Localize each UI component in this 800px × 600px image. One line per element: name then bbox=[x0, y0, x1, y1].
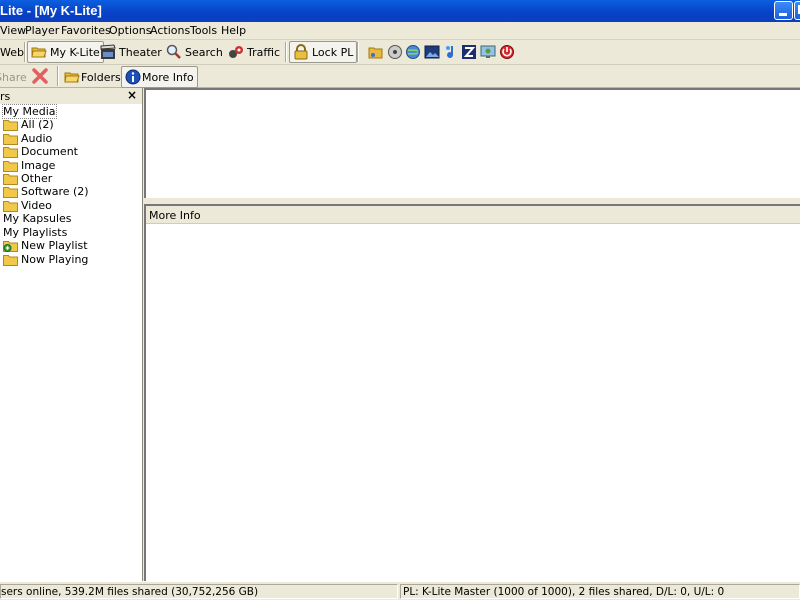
folder-quick-icon[interactable] bbox=[368, 44, 384, 60]
traffic-icon bbox=[228, 44, 244, 60]
tree-item-image[interactable]: Image bbox=[3, 159, 55, 172]
more-info-header: More Info bbox=[146, 206, 800, 224]
tree-item-video[interactable]: Video bbox=[3, 199, 52, 212]
folders-pane-header: rs × bbox=[0, 88, 142, 104]
folders-pane-title: rs bbox=[0, 90, 11, 103]
folder-icon bbox=[3, 160, 18, 172]
maximize-button[interactable] bbox=[794, 1, 800, 20]
search-button[interactable]: Search bbox=[166, 42, 223, 62]
toolbar-divider bbox=[24, 42, 26, 62]
power-icon[interactable] bbox=[499, 44, 515, 60]
folder-icon bbox=[3, 146, 18, 158]
minimize-button[interactable] bbox=[774, 1, 793, 20]
title-bar[interactable]: Lite - [My K-Lite] bbox=[0, 0, 800, 22]
folders-icon bbox=[64, 69, 80, 85]
new-playlist-icon bbox=[3, 240, 18, 252]
traffic-button[interactable]: Traffic bbox=[228, 42, 280, 62]
menu-options[interactable]: Options bbox=[109, 24, 151, 37]
folders-button[interactable]: Folders bbox=[64, 67, 121, 87]
info-icon bbox=[125, 69, 141, 85]
folder-icon bbox=[3, 186, 18, 198]
tree-item-document[interactable]: Document bbox=[3, 145, 78, 158]
disc-icon[interactable] bbox=[387, 44, 403, 60]
folder-icon bbox=[3, 119, 18, 131]
menu-actions[interactable]: Actions bbox=[150, 24, 190, 37]
menu-bar: View Player Favorites Options Actions To… bbox=[0, 22, 800, 40]
menu-favorites[interactable]: Favorites bbox=[61, 24, 111, 37]
web-button[interactable]: Web bbox=[0, 42, 24, 62]
folder-icon bbox=[3, 173, 18, 185]
more-info-title: More Info bbox=[149, 209, 201, 222]
folder-icon bbox=[3, 200, 18, 212]
theater-button[interactable]: Theater bbox=[100, 42, 162, 62]
tree-item-all[interactable]: All (2) bbox=[3, 118, 54, 131]
status-bar: sers online, 539.2M files shared (30,752… bbox=[0, 581, 800, 600]
app-window: Lite - [My K-Lite] View Player Favorites… bbox=[0, 0, 800, 600]
lock-icon bbox=[293, 44, 309, 60]
my-klite-button[interactable]: My K-Lite bbox=[27, 41, 104, 63]
tree-item-software[interactable]: Software (2) bbox=[3, 185, 89, 198]
status-network: sers online, 539.2M files shared (30,752… bbox=[0, 584, 398, 599]
tree-item-new-playlist[interactable]: New Playlist bbox=[3, 239, 88, 252]
secondary-toolbar: Share Folders More Info bbox=[0, 65, 800, 88]
menu-tools[interactable]: Tools bbox=[190, 24, 217, 37]
tree-item-my-media[interactable]: My Media bbox=[2, 104, 57, 119]
tree-item-audio[interactable]: Audio bbox=[3, 132, 52, 145]
toolbar-divider bbox=[57, 66, 59, 86]
search-icon bbox=[166, 44, 182, 60]
tree-item-my-playlists[interactable]: My Playlists bbox=[3, 226, 67, 239]
delete-icon[interactable] bbox=[31, 67, 49, 85]
status-playlist: PL: K-Lite Master (1000 of 1000), 2 file… bbox=[400, 584, 800, 599]
toolbar-divider bbox=[357, 42, 359, 62]
monitor-icon[interactable] bbox=[480, 44, 496, 60]
menu-player[interactable]: Player bbox=[25, 24, 59, 37]
clapperboard-icon bbox=[100, 44, 116, 60]
share-button[interactable]: Share bbox=[0, 67, 27, 87]
tree-item-other[interactable]: Other bbox=[3, 172, 52, 185]
folder-open-icon bbox=[31, 44, 47, 60]
tree-item-now-playing[interactable]: Now Playing bbox=[3, 253, 88, 266]
tree-item-my-kapsules[interactable]: My Kapsules bbox=[3, 212, 72, 225]
more-info-pane: More Info bbox=[144, 204, 800, 581]
folder-icon bbox=[3, 133, 18, 145]
menu-view[interactable]: View bbox=[0, 24, 26, 37]
lock-pl-button[interactable]: Lock PL bbox=[289, 41, 358, 63]
image-icon[interactable] bbox=[424, 44, 440, 60]
more-info-button[interactable]: More Info bbox=[121, 66, 198, 88]
menu-help[interactable]: Help bbox=[221, 24, 246, 37]
close-pane-button[interactable]: × bbox=[127, 88, 137, 102]
globe-icon[interactable] bbox=[405, 44, 421, 60]
file-list-pane[interactable] bbox=[144, 88, 800, 198]
folder-icon bbox=[3, 254, 18, 266]
z-icon[interactable] bbox=[461, 44, 477, 60]
main-toolbar: Web My K-Lite Theater Search Traffic Loc… bbox=[0, 40, 800, 65]
music-note-icon[interactable] bbox=[443, 44, 459, 60]
folders-pane: rs × My Media All (2) Audio Document Ima… bbox=[0, 88, 143, 581]
window-title: Lite - [My K-Lite] bbox=[0, 3, 102, 18]
toolbar-divider bbox=[285, 42, 287, 62]
